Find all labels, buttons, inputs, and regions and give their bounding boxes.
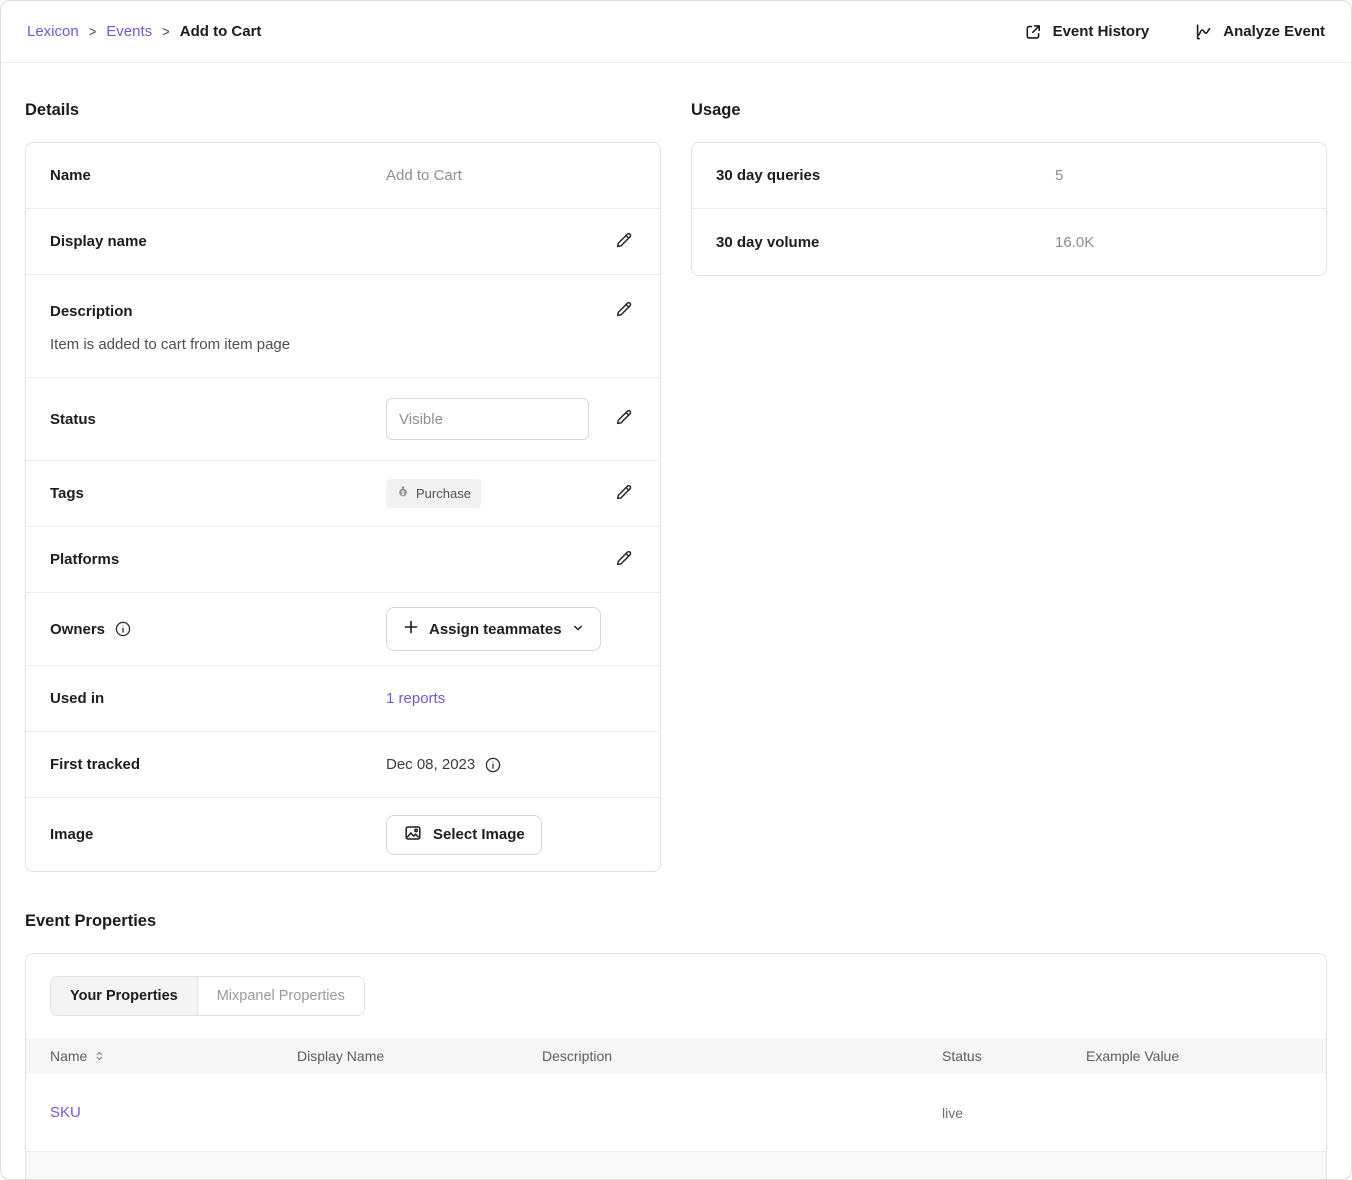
tab-your-properties[interactable]: Your Properties [51, 977, 198, 1015]
detail-row-platforms: Platforms [26, 527, 660, 593]
name-value: Add to Cart [386, 167, 636, 184]
platforms-label: Platforms [50, 551, 386, 568]
property-row-scroll[interactable]: Scroll % live [26, 1152, 1326, 1180]
status-label: Status [50, 411, 386, 428]
money-bag-icon: $ [396, 485, 410, 502]
image-icon [403, 823, 423, 847]
assign-teammates-label: Assign teammates [429, 621, 562, 638]
name-label: Name [50, 167, 386, 184]
breadcrumb-separator-icon: > [89, 23, 97, 40]
main-content: Details Name Add to Cart Display name [1, 63, 1351, 1180]
info-icon[interactable] [484, 756, 502, 774]
image-label: Image [50, 826, 386, 843]
lexicon-event-detail-page: Lexicon > Events > Add to Cart Event His… [0, 0, 1352, 1180]
detail-row-display-name: Display name [26, 209, 660, 275]
sort-icon[interactable] [94, 1050, 105, 1062]
edit-description-button[interactable] [611, 297, 636, 325]
status-input[interactable] [386, 398, 589, 440]
tag-purchase[interactable]: $ Purchase [386, 479, 481, 508]
analyze-event-label: Analyze Event [1223, 23, 1325, 40]
detail-row-tags: Tags $ Purchase [26, 461, 660, 527]
svg-text:$: $ [401, 490, 405, 497]
details-section: Details Name Add to Cart Display name [25, 87, 661, 872]
tag-label: Purchase [416, 486, 471, 501]
used-in-reports-link[interactable]: 1 reports [386, 690, 445, 707]
display-name-label: Display name [50, 233, 386, 250]
details-title: Details [25, 101, 661, 120]
column-header-display-name: Display Name [297, 1048, 542, 1064]
column-header-description: Description [542, 1048, 942, 1064]
usage-section: Usage 30 day queries 5 30 day volume 16.… [691, 87, 1327, 276]
edit-platforms-button[interactable] [611, 546, 636, 574]
volume-value: 16.0K [1055, 234, 1094, 251]
breadcrumb-lexicon[interactable]: Lexicon [27, 23, 79, 40]
properties-tabs: Your Properties Mixpanel Properties [50, 976, 365, 1016]
tags-label: Tags [50, 485, 386, 502]
select-image-button[interactable]: Select Image [386, 815, 542, 855]
column-header-status: Status [942, 1048, 1086, 1064]
details-card: Name Add to Cart Display name [25, 142, 661, 872]
breadcrumb-events[interactable]: Events [106, 23, 152, 40]
detail-row-first-tracked: First tracked Dec 08, 2023 [26, 732, 660, 798]
external-link-icon [1023, 22, 1043, 42]
assign-teammates-button[interactable]: Assign teammates [386, 607, 601, 651]
detail-row-used-in: Used in 1 reports [26, 666, 660, 732]
top-actions: Event History Analyze Event [1023, 22, 1325, 42]
event-properties-card: Your Properties Mixpanel Properties Name… [25, 953, 1327, 1180]
owners-label: Owners [50, 621, 105, 638]
usage-title: Usage [691, 101, 1327, 120]
analyze-event-button[interactable]: Analyze Event [1193, 22, 1325, 42]
plus-icon [403, 619, 419, 639]
detail-row-status: Status [26, 378, 660, 461]
line-chart-icon [1193, 22, 1213, 42]
tab-mixpanel-properties[interactable]: Mixpanel Properties [198, 977, 364, 1015]
pencil-icon [613, 230, 634, 254]
usage-card: 30 day queries 5 30 day volume 16.0K [691, 142, 1327, 276]
first-tracked-value: Dec 08, 2023 [386, 756, 475, 773]
event-properties-title: Event Properties [25, 912, 1327, 931]
breadcrumb: Lexicon > Events > Add to Cart [27, 23, 261, 40]
edit-tags-button[interactable] [611, 480, 636, 508]
first-tracked-label: First tracked [50, 756, 386, 773]
event-history-button[interactable]: Event History [1023, 22, 1150, 42]
event-history-label: Event History [1053, 23, 1150, 40]
properties-table-header: Name Display Name Description Status Exa… [26, 1038, 1326, 1074]
pencil-icon [613, 482, 634, 506]
detail-row-owners: Owners [26, 593, 660, 666]
pencil-icon [613, 548, 634, 572]
edit-status-button[interactable] [611, 405, 636, 433]
description-value: Item is added to cart from item page [50, 336, 636, 353]
column-header-example-value: Example Value [1086, 1048, 1302, 1064]
event-properties-section: Event Properties Your Properties Mixpane… [25, 912, 1327, 1180]
info-icon[interactable] [114, 620, 132, 638]
pencil-icon [613, 299, 634, 323]
detail-row-name: Name Add to Cart [26, 143, 660, 209]
used-in-label: Used in [50, 690, 386, 707]
top-bar: Lexicon > Events > Add to Cart Event His… [1, 1, 1351, 63]
usage-row-volume: 30 day volume 16.0K [692, 209, 1326, 275]
column-header-name: Name [50, 1048, 87, 1064]
property-link-sku[interactable]: SKU [50, 1104, 81, 1121]
detail-row-description: Description Item is added to ca [26, 275, 660, 378]
chevron-down-icon [572, 621, 584, 638]
breadcrumb-separator-icon: > [162, 23, 170, 40]
volume-label: 30 day volume [716, 234, 1055, 251]
usage-row-queries: 30 day queries 5 [692, 143, 1326, 209]
queries-label: 30 day queries [716, 167, 1055, 184]
detail-row-image: Image Select Image [26, 798, 660, 871]
property-status: live [942, 1105, 1086, 1121]
queries-value: 5 [1055, 167, 1063, 184]
description-label: Description [50, 303, 133, 320]
edit-display-name-button[interactable] [611, 228, 636, 256]
select-image-label: Select Image [433, 826, 525, 843]
breadcrumb-current-event: Add to Cart [180, 23, 262, 40]
pencil-icon [613, 407, 634, 431]
property-row-sku[interactable]: SKU live [26, 1074, 1326, 1152]
